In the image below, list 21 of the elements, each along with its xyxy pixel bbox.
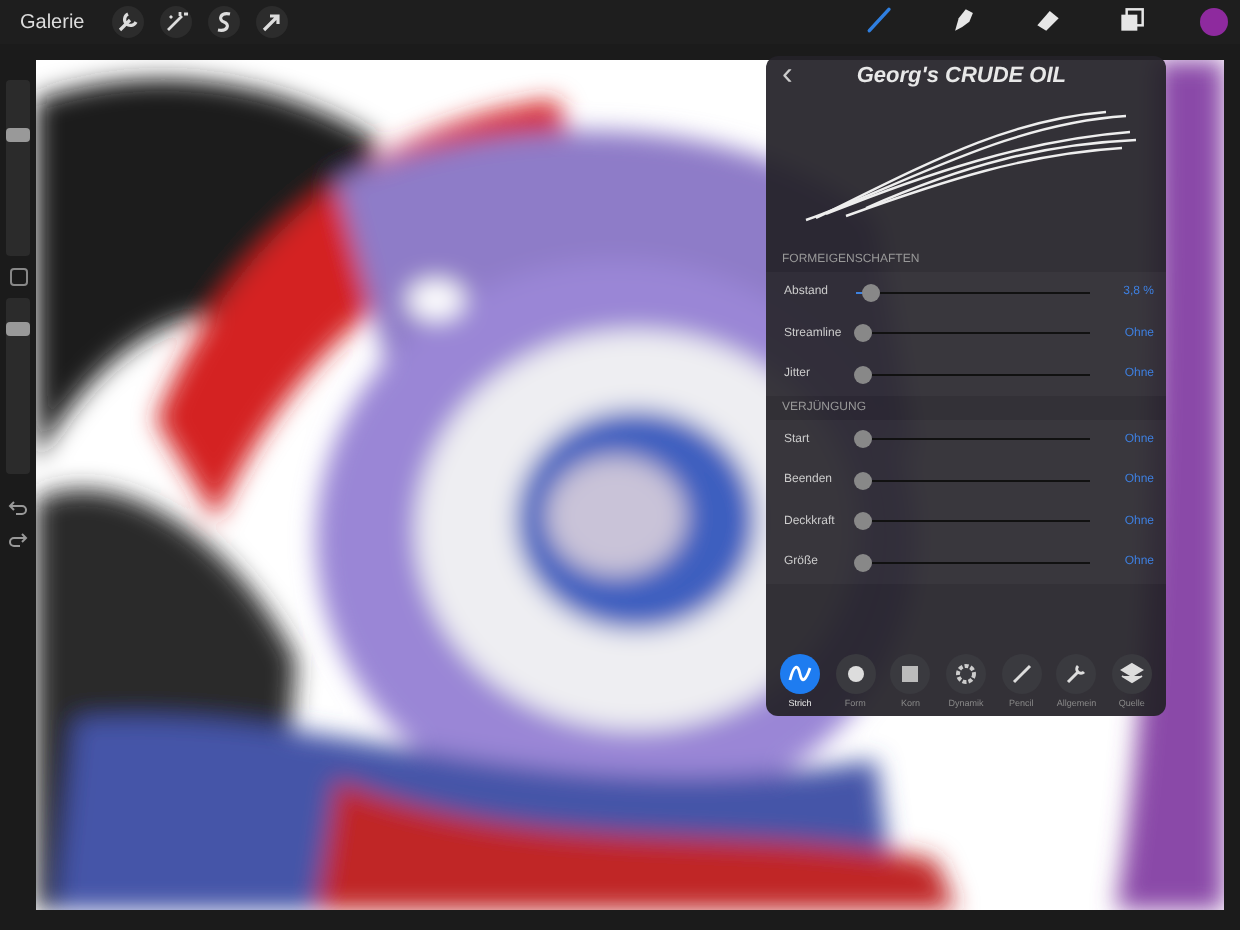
- gallery-button[interactable]: Galerie: [20, 11, 85, 33]
- redo-icon[interactable]: [8, 530, 28, 550]
- wrench-icon[interactable]: [112, 6, 145, 38]
- slider-thumb[interactable]: [854, 471, 872, 490]
- slider-thumb[interactable]: [861, 283, 879, 302]
- slider-thumb[interactable]: [854, 365, 872, 384]
- slider-thumb[interactable]: [854, 324, 872, 343]
- undo-icon[interactable]: [8, 498, 28, 518]
- brush-size-slider[interactable]: [6, 80, 30, 256]
- wand-icon[interactable]: [160, 6, 193, 38]
- opacity-slider[interactable]: [6, 298, 30, 474]
- slider-thumb[interactable]: [6, 322, 30, 337]
- color-swatch[interactable]: [1200, 8, 1228, 36]
- s-icon[interactable]: [208, 6, 241, 38]
- modify-button[interactable]: [9, 268, 27, 286]
- slider-thumb[interactable]: [854, 553, 872, 572]
- panel-title: Georg's CRUDE OIL: [854, 64, 1068, 88]
- slider-thumb[interactable]: [854, 430, 872, 449]
- slider-thumb[interactable]: [854, 512, 872, 531]
- slider-thumb[interactable]: [6, 128, 30, 143]
- back-button[interactable]: ‹: [782, 58, 793, 94]
